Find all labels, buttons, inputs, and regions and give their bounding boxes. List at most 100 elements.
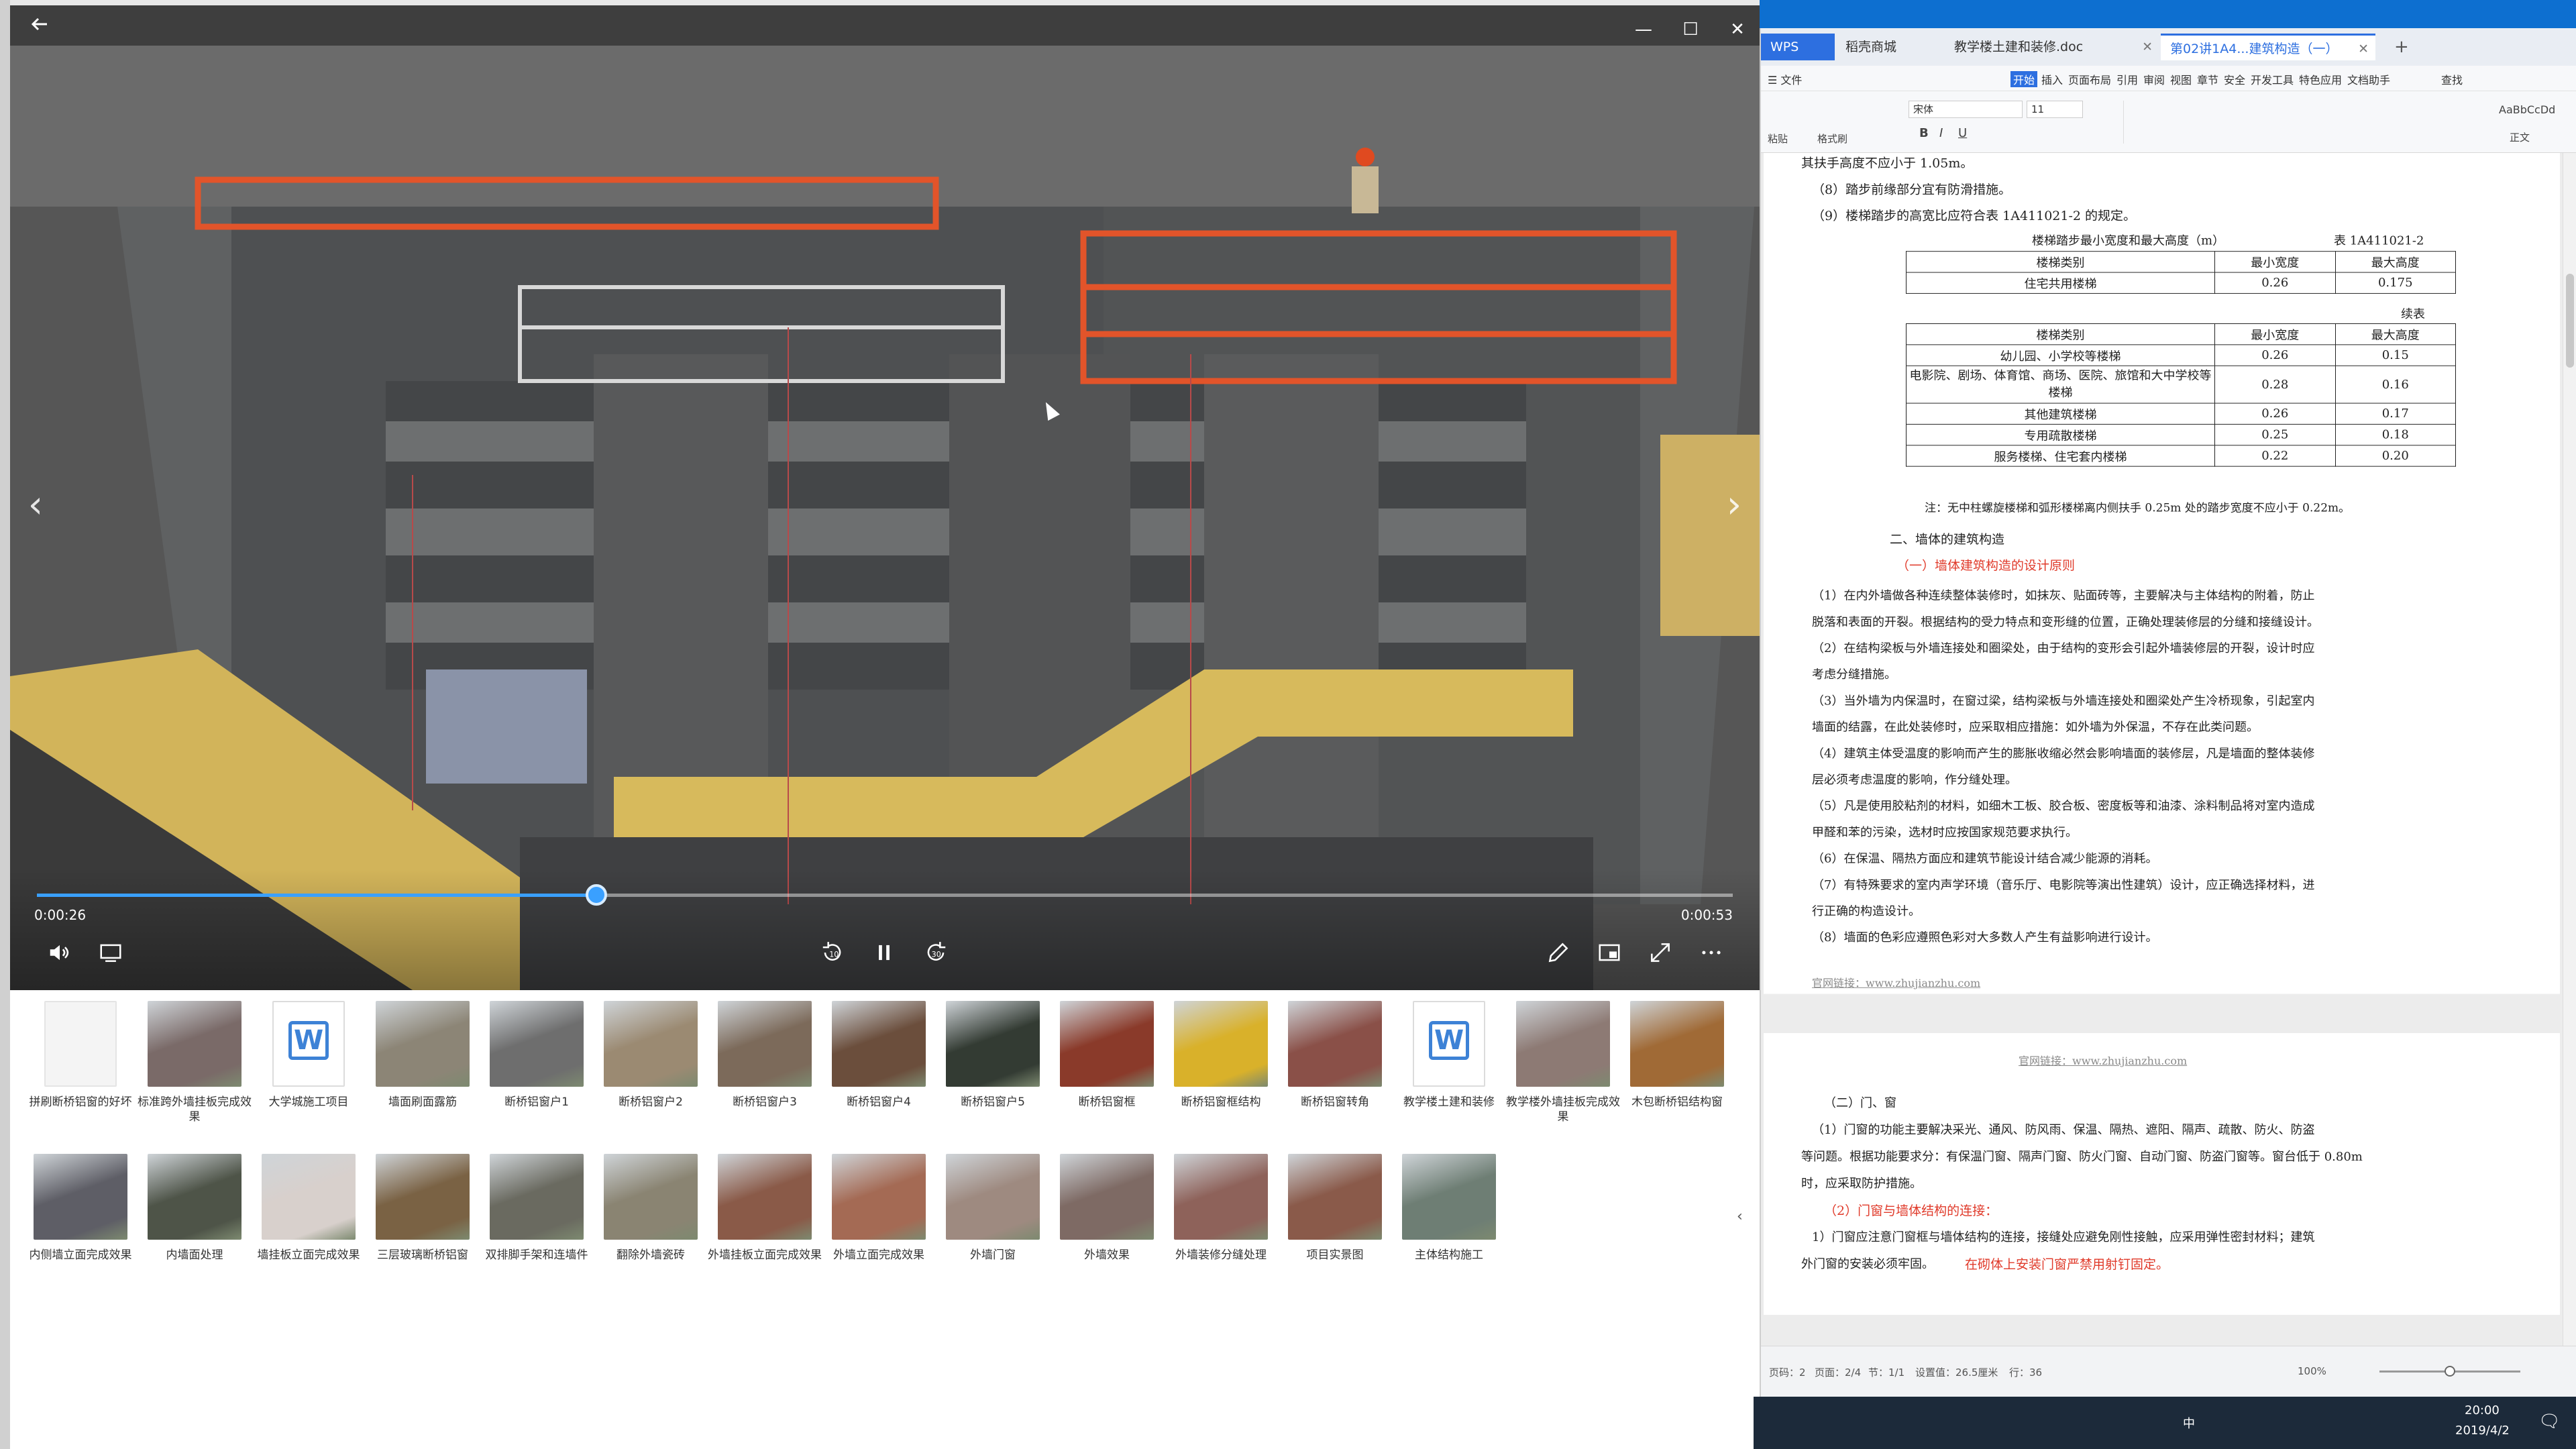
volume-button[interactable] [41, 934, 78, 971]
vertical-scrollbar[interactable] [2563, 153, 2576, 1346]
tab-document-1[interactable]: 教学楼土建和装修.doc ✕ [1945, 34, 2159, 60]
rewind-10-button[interactable]: 10 [814, 934, 851, 971]
back-button[interactable] [23, 13, 56, 43]
menu-special-apps[interactable]: 特色应用 [2299, 71, 2342, 87]
seek-bar[interactable] [37, 884, 1733, 906]
close-tab-icon[interactable]: ✕ [2142, 34, 2153, 60]
style-normal[interactable]: 正文 [2510, 130, 2530, 144]
status-settings: 设置值：26.5厘米 [1915, 1366, 1998, 1379]
gallery-thumbnail[interactable]: 项目实景图 [1278, 1154, 1392, 1263]
gallery-thumbnail[interactable]: 三层玻璃断桥铝窗 [366, 1154, 480, 1263]
menu-file[interactable]: ☰ 文件 [1768, 71, 1802, 87]
zoom-level: 100% [2298, 1365, 2326, 1377]
gallery-thumbnail[interactable]: 断桥铝窗框 [1050, 1001, 1164, 1110]
paragraph: 在砌体上安装门窗严禁用射钉固定。 [1965, 1257, 2169, 1272]
menu-view[interactable]: 视图 [2170, 71, 2192, 87]
menu-insert[interactable]: 插入 [2041, 71, 2063, 87]
gallery-thumbnail[interactable]: 断桥铝窗户3 [708, 1001, 822, 1110]
italic-button[interactable]: I [1939, 126, 1943, 140]
more-options-button[interactable] [1693, 934, 1730, 971]
photo-thumbnail [946, 1001, 1040, 1087]
menu-home[interactable]: 开始 [2010, 71, 2038, 87]
footer-link[interactable]: 官网链接：www.zhujianzhu.com [1812, 974, 1980, 990]
subtitles-button[interactable] [92, 934, 129, 971]
mini-view-button[interactable] [1591, 934, 1628, 971]
seek-handle[interactable] [586, 884, 608, 906]
gallery-thumbnail[interactable]: 墙挂板立面完成效果 [252, 1154, 366, 1263]
underline-button[interactable]: U [1958, 126, 1967, 140]
tab-document-active[interactable]: 第02讲1A4...建筑构造（一） ✕ [2161, 34, 2375, 60]
gallery-thumbnail[interactable]: 外墙门窗 [936, 1154, 1050, 1263]
thumbnail-label: 翻除外墙瓷砖 [616, 1248, 685, 1262]
menu-references[interactable]: 引用 [2116, 71, 2138, 87]
header-link[interactable]: 官网链接：www.zhujianzhu.com [2019, 1052, 2187, 1068]
table-cell: 专用疏散楼梯 [1906, 423, 2215, 446]
gallery-thumbnail[interactable]: 内侧墙立面完成效果 [23, 1154, 138, 1263]
tab-wps-home[interactable]: WPS [1761, 34, 1835, 60]
new-tab-button[interactable]: + [2385, 34, 2412, 60]
font-size-select[interactable]: 11 [2027, 101, 2083, 118]
format-painter-button[interactable]: 格式刷 [1817, 131, 1847, 146]
gallery-thumbnail[interactable]: 标准跨外墙挂板完成效果 [138, 1001, 252, 1124]
tab-docer-store[interactable]: 稻壳商城 [1836, 34, 1943, 60]
gallery-thumbnail[interactable]: 断桥铝窗户1 [480, 1001, 594, 1110]
menu-chapter[interactable]: 章节 [2197, 71, 2218, 87]
clock-time[interactable]: 20:00 [2465, 1403, 2500, 1417]
zoom-slider[interactable] [2379, 1366, 2520, 1377]
gallery-thumbnail[interactable]: 断桥铝窗户5 [936, 1001, 1050, 1110]
clock-date[interactable]: 2019/4/2 [2455, 1424, 2510, 1438]
video-player-window: — ☐ ✕ ‹ › 0:00:26 0:00:53 10 30 [10, 5, 1760, 990]
menu-find[interactable]: 查找 [2441, 71, 2463, 87]
tab-label: 第02讲1A4...建筑构造（一） [2170, 42, 2339, 56]
pause-button[interactable] [865, 934, 903, 971]
close-button[interactable]: ✕ [1714, 13, 1760, 46]
document-page-2: 官网链接：www.zhujianzhu.com （二）门、窗 （1）门窗的功能主要解… [1764, 1033, 2560, 1315]
subsection-heading: （一）墙体建筑构造的设计原则 [1896, 558, 2076, 574]
edit-button[interactable] [1540, 934, 1577, 971]
gallery-thumbnail[interactable]: 断桥铝窗框结构 [1164, 1001, 1278, 1110]
gallery-thumbnail[interactable]: 木包断桥铝结构窗 [1620, 1001, 1734, 1110]
menu-developer[interactable]: 开发工具 [2251, 71, 2294, 87]
zoom-slider-handle[interactable] [2445, 1366, 2455, 1377]
gallery-thumbnail[interactable]: 主体结构施工 [1392, 1154, 1506, 1263]
table-cell: 电影院、剧场、体育馆、商场、医院、旅馆和大中学校等楼梯 [1906, 365, 2215, 404]
gallery-collapse-button[interactable]: ‹ [1737, 1203, 1752, 1230]
minimize-button[interactable]: — [1620, 13, 1667, 46]
gallery-thumbnail[interactable]: 双排脚手架和连墙件 [480, 1154, 594, 1263]
gallery-thumbnail[interactable]: 断桥铝窗转角 [1278, 1001, 1392, 1110]
gallery-thumbnail[interactable]: W 教学楼土建和装修 [1392, 1001, 1506, 1110]
menu-page-layout[interactable]: 页面布局 [2068, 71, 2111, 87]
close-tab-icon[interactable]: ✕ [2358, 36, 2369, 60]
gallery-thumbnail[interactable]: 墙面刷面露筋 [366, 1001, 480, 1110]
wps-writer-window: WPS 稻壳商城 教学楼土建和装修.doc ✕ 第02讲1A4...建筑构造（一）… [1760, 28, 2576, 1397]
scrollbar-thumb[interactable] [2566, 274, 2574, 368]
bold-button[interactable]: B [1919, 126, 1929, 140]
gallery-thumbnail[interactable]: 拼刷断桥铝窗的好坏 [23, 1001, 138, 1110]
maximize-button[interactable]: ☐ [1667, 13, 1714, 46]
gallery-thumbnail[interactable]: 外墙效果 [1050, 1154, 1164, 1263]
input-language-indicator[interactable]: 中 [2183, 1414, 2195, 1432]
photo-thumbnail [1060, 1154, 1154, 1240]
gallery-thumbnail[interactable]: 内墙面处理 [138, 1154, 252, 1263]
gallery-thumbnail[interactable]: 外墙装修分缝处理 [1164, 1154, 1278, 1263]
gallery-thumbnail[interactable]: 教学楼外墙挂板完成效果 [1506, 1001, 1620, 1124]
paragraph: （1）门窗的功能主要解决采光、通风、防风雨、保温、隔热、遮阳、隔声、疏散、防火、… [1812, 1123, 2315, 1137]
menu-review[interactable]: 审阅 [2143, 71, 2165, 87]
previous-item-button[interactable]: ‹ [19, 475, 52, 535]
gallery-thumbnail[interactable]: 外墙立面完成效果 [822, 1154, 936, 1263]
gallery-thumbnail[interactable]: W 大学城施工项目 [252, 1001, 366, 1110]
menu-doc-assistant[interactable]: 文档助手 [2347, 71, 2390, 87]
gallery-thumbnail[interactable]: 外墙挂板立面完成效果 [708, 1154, 822, 1263]
fullscreen-button[interactable] [1642, 934, 1679, 971]
paste-button[interactable]: 粘贴 [1768, 131, 1788, 146]
gallery-thumbnail[interactable]: 翻除外墙瓷砖 [594, 1154, 708, 1263]
font-family-select[interactable]: 宋体 [1909, 101, 2023, 118]
gallery-thumbnail[interactable]: 断桥铝窗户4 [822, 1001, 936, 1110]
notification-icon[interactable]: 🗨 [2538, 1411, 2561, 1432]
thumbnail-label: 外墙效果 [1084, 1248, 1130, 1262]
style-preview[interactable]: AaBbCcDd [2499, 103, 2555, 116]
forward-30-button[interactable]: 30 [917, 934, 955, 971]
next-item-button[interactable]: › [1718, 475, 1750, 535]
gallery-thumbnail[interactable]: 断桥铝窗户2 [594, 1001, 708, 1110]
menu-security[interactable]: 安全 [2224, 71, 2245, 87]
